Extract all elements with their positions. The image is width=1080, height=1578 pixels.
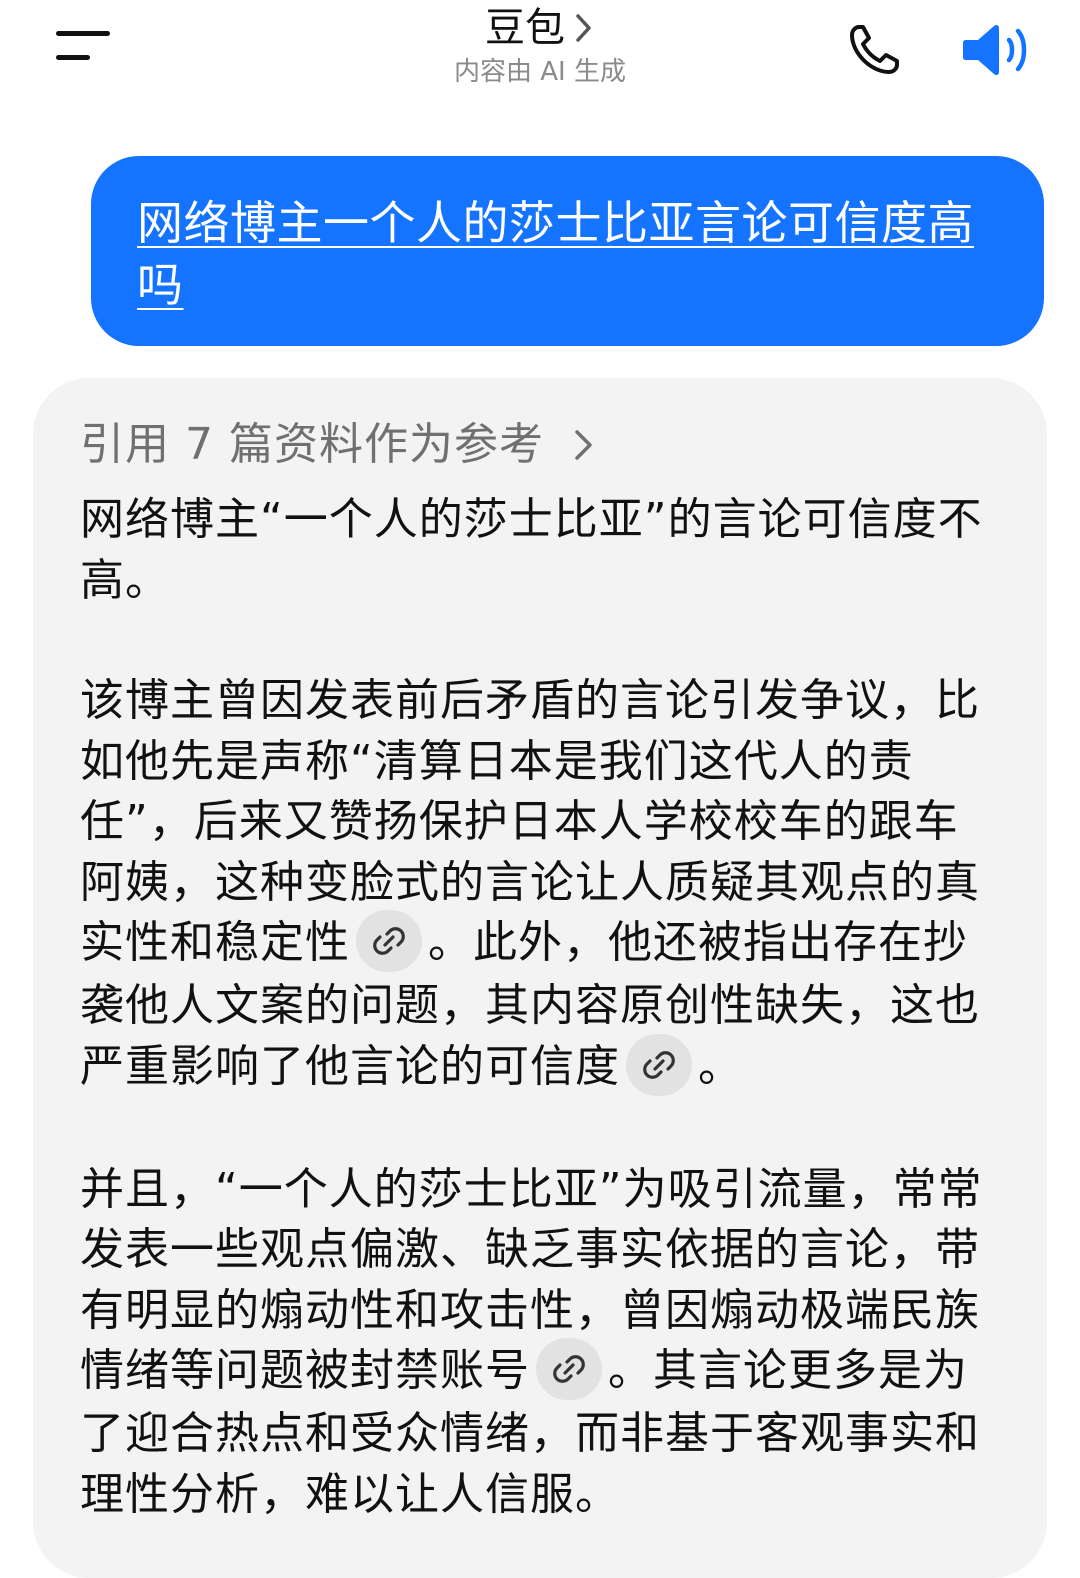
chevron-right-icon: [576, 14, 591, 42]
user-message-bubble[interactable]: 网络博主一个人的莎士比亚言论可信度高吗: [91, 156, 1044, 346]
source-link-button[interactable]: [356, 910, 422, 972]
voice-call-button[interactable]: [842, 18, 906, 82]
references-label: 引用 7 篇资料作为参考: [80, 419, 544, 470]
ai-generated-notice: 内容由 AI 生成: [454, 57, 626, 87]
chat-title-area[interactable]: 豆包 内容由 AI 生成: [340, 2, 740, 90]
response-paragraph-2: 该博主曾因发表前后矛盾的言论引发争议，比如他先是声称“清算日本是我们这代人的责任…: [80, 671, 987, 1100]
chat-title[interactable]: 豆包: [485, 2, 565, 54]
top-bar: 豆包 内容由 AI 生成: [0, 0, 1080, 120]
source-link-button[interactable]: [536, 1338, 602, 1400]
ai-response-card: 引用 7 篇资料作为参考 网络博主“一个人的莎士比亚”的言论可信度不高。 该博主…: [33, 378, 1047, 1578]
phone-icon: [850, 25, 899, 74]
paragraph-text: 。: [698, 1040, 743, 1092]
references-link[interactable]: 引用 7 篇资料作为参考: [80, 414, 987, 476]
speaker-icon: [963, 24, 1027, 76]
link-icon: [373, 927, 405, 955]
source-link-button[interactable]: [626, 1033, 692, 1096]
user-message-text[interactable]: 网络博主一个人的莎士比亚言论可信度高吗: [137, 192, 994, 316]
link-icon: [643, 1050, 675, 1079]
chevron-right-icon: [575, 430, 592, 460]
response-paragraph-3: 并且，“一个人的莎士比亚”为吸引流量，常常发表一些观点偏激、缺乏事实依据的言论，…: [80, 1160, 987, 1526]
response-paragraph-1: 网络博主“一个人的莎士比亚”的言论可信度不高。: [80, 490, 987, 611]
paragraph-text: 网络博主“一个人的莎士比亚”的言论可信度不高。: [80, 494, 983, 606]
read-aloud-button[interactable]: [958, 18, 1034, 82]
link-icon: [553, 1355, 585, 1383]
menu-button[interactable]: [50, 26, 116, 70]
